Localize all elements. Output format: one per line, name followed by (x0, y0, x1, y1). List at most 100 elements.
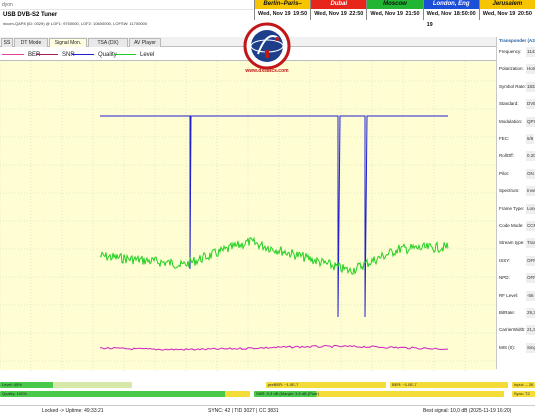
legend-quality: Quality (72, 49, 117, 60)
clock-moscow: Moscow Wed, Nov 19 21:50 (366, 0, 423, 20)
legend-ber: BER (2, 49, 40, 60)
bar-row-2: Quality: 100% SNR: 9,3 dB (Margin: 3,6 d… (0, 390, 535, 398)
panel-row-key: Modulation: (499, 118, 523, 124)
panel-row-value: 1833 (526, 81, 535, 92)
snr-bar: SNR: 9,3 dB (Margin: 3,6 dB (Poor) (254, 391, 504, 397)
clock-time: 21:50 (405, 11, 420, 17)
panel-row: Modulation:QPSK (497, 116, 535, 127)
panel-row-value: OFF (526, 255, 535, 266)
panel-row-key: Pilot: (499, 170, 510, 176)
panel-row: Polarization:Horiz (497, 64, 535, 75)
clock-time: 22:50 (349, 11, 364, 17)
panel-row-key: BitRate: (499, 310, 516, 315)
panel-row-value: Singl (526, 342, 535, 353)
plot-grid (0, 61, 496, 371)
legend-swatch (114, 54, 136, 55)
clock-date: Wed, Nov 19 (314, 11, 347, 17)
quality-bar: Quality: 100% (0, 391, 250, 397)
tab-ss[interactable]: SS (1, 38, 13, 47)
clock-date: Wed, Nov 19 (482, 11, 516, 17)
panel-row-value: OFF (526, 273, 535, 284)
panel-row-key: Frame Type: (499, 205, 525, 211)
tab-tsa-dx[interactable]: TSA (DX) (88, 38, 128, 47)
panel-row-key: Stream type: (499, 240, 525, 246)
clock-date: Wed, Nov 19 (370, 11, 403, 17)
panel-row: MIS (0): Singl (497, 342, 535, 353)
panel-row-key: ISSY: (499, 257, 511, 263)
level-series (99, 236, 449, 275)
status-bar: Locked -> Uptime: 49:33:21 SYNC: 42 | TI… (0, 405, 535, 415)
panel-row-key: FEC: (499, 136, 510, 141)
panel-row-value: DVB (526, 99, 535, 110)
panel-row-value: -56 d (526, 290, 535, 301)
panel-row: Code Mode:CCM (497, 221, 535, 231)
bar-row-1: Level: 45% preBER: ~1.0E-7 BER: ~1.0E-7 … (0, 381, 535, 389)
clock-name: Jerusalem (479, 0, 535, 9)
panel-row-key: NPD: (499, 275, 510, 281)
tab-dt-mode[interactable]: DT Mode (14, 38, 48, 47)
panel-row: Standard: DVB (497, 99, 535, 110)
legend-swatch (72, 54, 94, 55)
level-bar: Level: 45% (0, 382, 132, 388)
legend-snr: SNR (36, 49, 75, 60)
preber-bar: preBER: ~1.0E-7 (266, 382, 386, 388)
panel-row-value: Horiz (526, 64, 535, 75)
panel-row-key: CarrierWidth: (499, 327, 526, 333)
legend-swatch (2, 54, 24, 55)
panel-row-value: 1143 (526, 47, 535, 57)
panel-row-key: MIS (0): (499, 344, 516, 350)
signal-monitor-plot[interactable] (0, 60, 496, 371)
input-bar: Input: -- 26 (512, 382, 535, 388)
panel-row-key: Standard: (499, 101, 519, 107)
tab-signal-mon[interactable]: Signal Mon. (49, 38, 87, 47)
panel-row-value: ON (526, 168, 535, 179)
clock-berlin: Berlin–Paris–Lučenec Wed, Nov 1919:50 (254, 0, 311, 20)
panel-row-value: Long (526, 203, 535, 214)
app-name: dyon (2, 2, 13, 8)
panel-row-key: RF Level: (499, 292, 519, 298)
panel-row-key: Polarization: (499, 66, 524, 72)
clock-time: 19:50 (293, 11, 308, 17)
panel-row-key: Code Mode: (499, 223, 524, 228)
signal-plot-svg (0, 61, 496, 371)
clock-name: Dubai (311, 0, 367, 9)
snr-series (100, 345, 449, 351)
panel-title: Transponder (A3) [97 (499, 38, 535, 43)
panel-row-key: Symbol Rate: (499, 83, 527, 89)
legend-label: Level (140, 51, 155, 58)
clock-name: Moscow (367, 0, 423, 9)
tuner-subtitle: nicom-QAP8 (ID: 0029) @ LOF1: 9750000, L… (3, 21, 147, 26)
panel-row-value: 5/6 (526, 134, 535, 144)
panel-row-value: 0.20 (526, 151, 535, 162)
panel-row: RF Level: -56 d (497, 290, 535, 301)
tab-av-player[interactable]: AV Player (129, 38, 161, 47)
sync-bar: Sync: T2 (512, 391, 535, 397)
panel-row-value: 29,39 (526, 308, 535, 318)
signal-bars: Level: 45% preBER: ~1.0E-7 BER: ~1.0E-7 … (0, 381, 535, 408)
world-clocks: Berlin–Paris–Lučenec Wed, Nov 1919:50 Du… (254, 0, 535, 28)
panel-row: RollOff: 0.20 (497, 151, 535, 162)
transponder-panel: Transponder (A3) [97 Frequency: 1143 Polar… (496, 37, 535, 369)
legend-swatch (36, 54, 58, 55)
quality-series (100, 115, 448, 318)
clock-dubai: Dubai Wed, Nov 19 22:50 (310, 0, 367, 20)
panel-row-key: Frequency: (499, 49, 522, 54)
clock-date: Wed, Nov 19 (258, 11, 291, 17)
panel-row: Stream type:Trans (497, 238, 535, 249)
clock-date: Wed, Nov 19 (426, 11, 452, 28)
clock-name: London, Eng (423, 0, 479, 9)
panel-row: FEC: 5/6 (497, 134, 535, 144)
panel-row-value: QPSK (526, 116, 535, 127)
panel-row-value: 21,99 (526, 325, 535, 336)
clock-london: London, Eng Wed, Nov 19 18:50:00 (422, 0, 479, 28)
panel-row: CarrierWidth:21,99 (497, 325, 535, 336)
panel-row: ISSY: OFF (497, 255, 535, 266)
panel-row-key: Spectrum: (499, 188, 520, 194)
logo-text: www.dxsatcs.com (245, 68, 289, 74)
panel-row: BitRate: 29,39 (497, 308, 535, 318)
panel-row: Pilot: ON (497, 168, 535, 179)
legend-level: Level (114, 49, 154, 60)
panel-row: Frame Type:Long (497, 203, 535, 214)
panel-row-key: RollOff: (499, 153, 514, 159)
clock-time: 18:50:00 (453, 11, 476, 17)
